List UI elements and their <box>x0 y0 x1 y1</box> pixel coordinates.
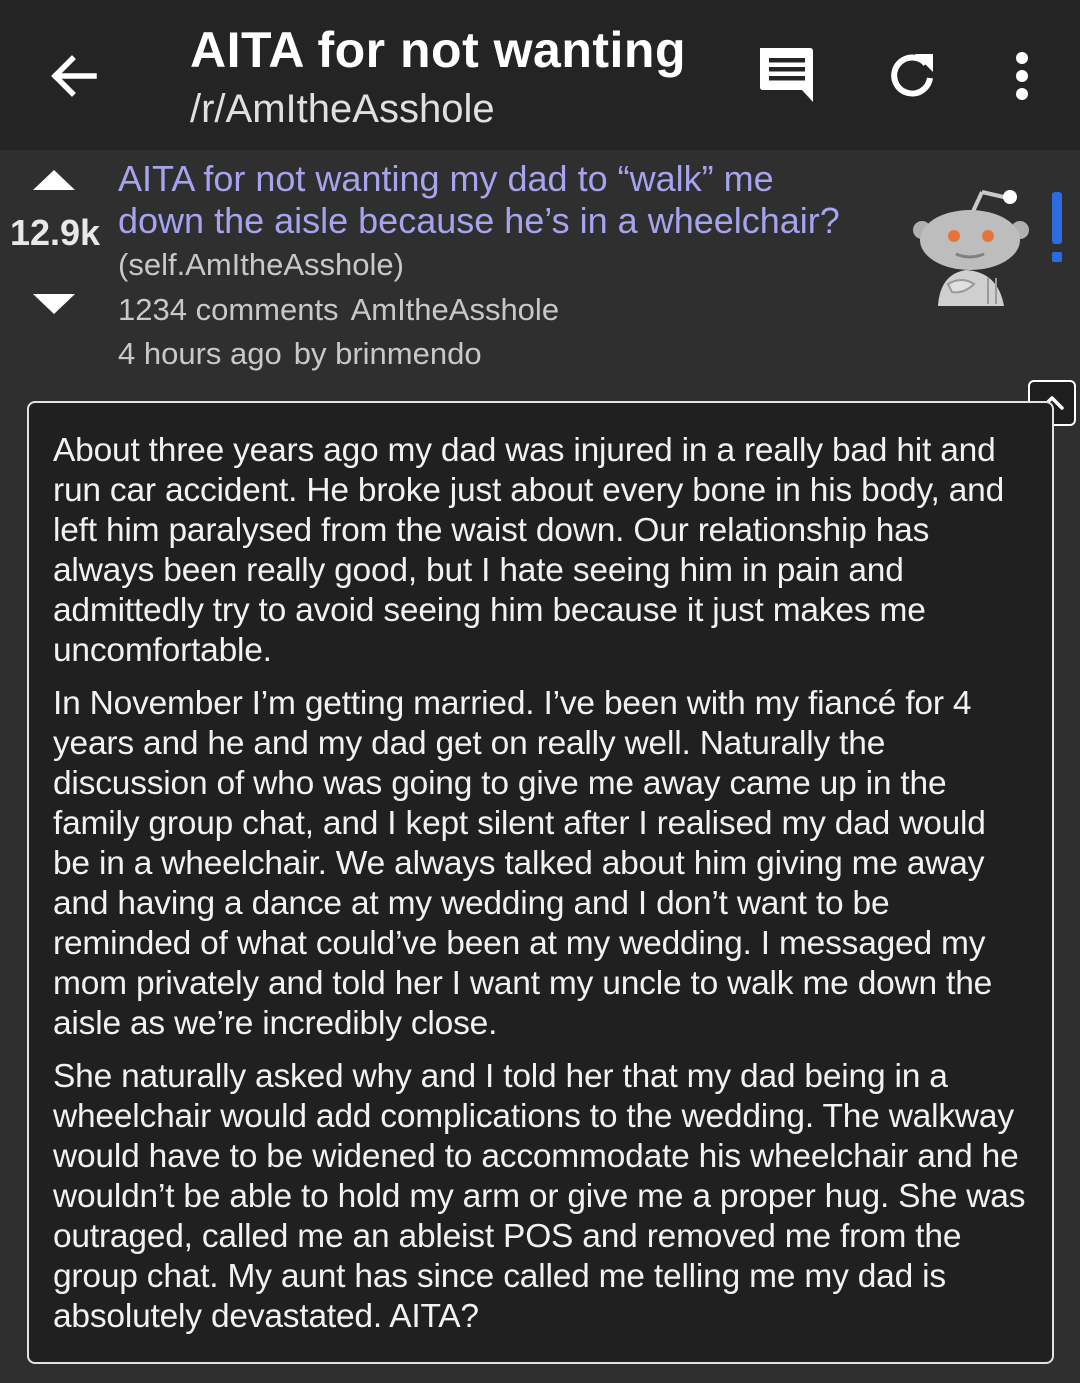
back-button[interactable] <box>44 46 104 106</box>
app-bar: AITA for not wanting /r/AmItheAsshole <box>0 0 1080 150</box>
post-score: 12.9k <box>9 212 101 253</box>
app-bar-title: AITA for not wanting <box>190 22 687 78</box>
post-title[interactable]: AITA for not wanting my dad to “walk” me… <box>118 158 878 242</box>
more-vert-icon <box>1016 52 1028 100</box>
arrow-left-icon <box>51 55 97 97</box>
comments-button[interactable] <box>754 44 818 108</box>
post-time: 4 hours ago <box>118 336 282 371</box>
post-header: 12.9k AITA for not wanting my dad to “wa… <box>0 150 1080 380</box>
post-title-line: down the aisle because he’s in a wheelch… <box>118 200 840 241</box>
post-meta-row: 4 hours ago by brinmendo <box>118 332 878 376</box>
comment-count[interactable]: 1234 comments <box>118 292 339 327</box>
refresh-icon <box>891 54 933 97</box>
post-meta-row: 1234 comments AmItheAsshole <box>118 288 878 332</box>
post-subreddit[interactable]: AmItheAsshole <box>351 292 560 327</box>
more-button[interactable] <box>990 44 1054 108</box>
post-info: AITA for not wanting my dad to “walk” me… <box>118 158 878 376</box>
app-bar-titles: AITA for not wanting /r/AmItheAsshole <box>190 20 690 134</box>
selftext-body: About three years ago my dad was injured… <box>27 401 1054 1364</box>
reddit-snoo-icon[interactable] <box>908 178 1032 310</box>
upvote-icon[interactable] <box>31 168 77 192</box>
selftext-paragraph: In November I’m getting married. I’ve be… <box>53 685 993 1042</box>
post-domain: (self.AmItheAsshole) <box>118 247 404 282</box>
exclamation-icon <box>1052 192 1062 262</box>
post-author[interactable]: by brinmendo <box>294 336 482 371</box>
refresh-button[interactable] <box>880 44 944 108</box>
app-bar-subreddit[interactable]: /r/AmItheAsshole <box>190 84 690 134</box>
downvote-icon[interactable] <box>31 292 77 316</box>
selftext-paragraph: She naturally asked why and I told her t… <box>53 1058 1026 1335</box>
comments-icon <box>760 48 813 102</box>
selftext-paragraph: About three years ago my dad was injured… <box>53 432 1005 669</box>
post-title-line: AITA for not wanting my dad to “walk” me <box>118 158 774 199</box>
vote-column: 12.9k <box>0 168 110 318</box>
